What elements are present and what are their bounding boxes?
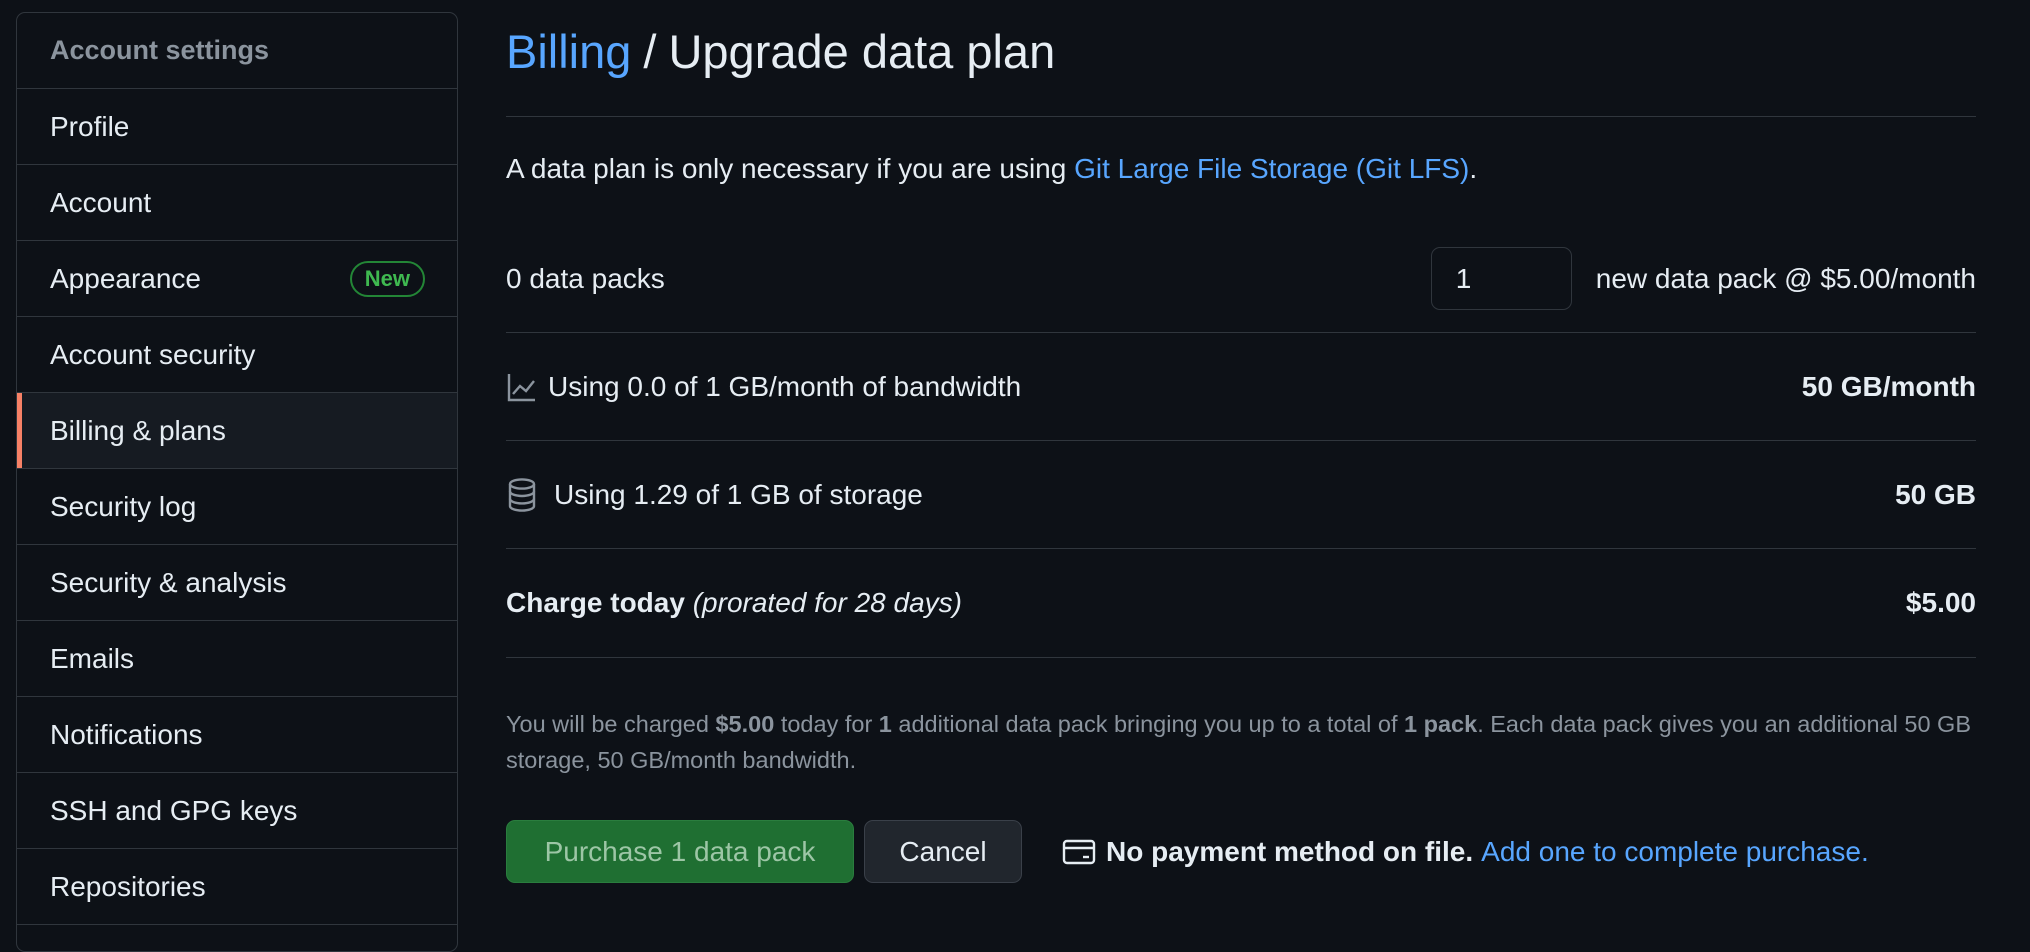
sidebar-header: Account settings <box>17 13 457 89</box>
pack-quantity-input[interactable] <box>1430 247 1572 310</box>
sidebar-item-ssh-gpg-keys[interactable]: SSH and GPG keys <box>17 773 457 849</box>
sidebar-item-security-log[interactable]: Security log <box>17 469 457 545</box>
storage-usage-label: Using 1.29 of 1 GB of storage <box>554 478 923 510</box>
bandwidth-row: Using 0.0 of 1 GB/month of bandwidth 50 … <box>506 333 1976 441</box>
sidebar-item-label: Billing & plans <box>50 414 226 446</box>
no-payment-text: No payment method on file. <box>1106 835 1474 867</box>
sidebar-item-label: Security & analysis <box>50 566 287 598</box>
sidebar-item-notifications[interactable]: Notifications <box>17 697 457 773</box>
graph-icon <box>507 373 535 401</box>
database-icon <box>508 477 536 512</box>
note-total: 1 pack <box>1404 711 1478 737</box>
note-amount: $5.00 <box>715 711 775 737</box>
note-text-3: additional data pack bringing you up to … <box>891 711 1405 737</box>
main-content: Billing / Upgrade data plan A data plan … <box>506 0 1976 883</box>
charge-label: Charge today <box>506 587 685 618</box>
sidebar-item-profile[interactable]: Profile <box>17 89 457 165</box>
bandwidth-total: 50 GB/month <box>1801 370 1976 402</box>
sidebar-item-label: Notifications <box>50 718 203 750</box>
sidebar-item-account-security[interactable]: Account security <box>17 317 457 393</box>
charge-note: You will be charged $5.00 today for 1 ad… <box>506 706 1976 778</box>
git-lfs-link[interactable]: Git Large File Storage (Git LFS) <box>1074 153 1469 184</box>
sidebar-item-label: Profile <box>50 110 130 142</box>
note-text-1: You will be charged <box>506 711 716 737</box>
sidebar-item-billing[interactable]: Billing & plans <box>17 393 457 469</box>
sidebar-item-label: Repositories <box>50 870 206 902</box>
charge-total: $5.00 <box>1905 587 1976 618</box>
sidebar-item-label: Account <box>50 186 152 218</box>
charge-detail: (prorated for 28 days) <box>692 587 962 618</box>
add-payment-link[interactable]: Add one to complete purchase. <box>1481 836 1869 868</box>
page-title-text: Upgrade data plan <box>668 24 1056 78</box>
intro-text: A data plan is only necessary if you are… <box>506 153 1976 185</box>
sidebar-item-account[interactable]: Account <box>17 165 457 241</box>
current-data-packs: 0 data packs <box>506 262 665 294</box>
sidebar-item-label: Appearance <box>50 262 202 294</box>
sidebar-item-label: Security log <box>50 490 197 522</box>
sidebar-item-label: Account security <box>50 338 256 370</box>
cancel-button[interactable]: Cancel <box>864 820 1022 883</box>
sidebar-item-appearance[interactable]: Appearance New <box>17 241 457 317</box>
charge-label-group: Charge today (prorated for 28 days) <box>506 587 962 619</box>
storage-usage: Using 1.29 of 1 GB of storage <box>506 477 923 513</box>
intro-text-suffix: . <box>1469 153 1478 184</box>
charge-row: Charge today (prorated for 28 days) $5.0… <box>506 549 1976 658</box>
intro-text-body: A data plan is only necessary if you are… <box>506 153 1075 184</box>
action-bar: Purchase 1 data pack Cancel No payment m… <box>506 820 1976 883</box>
sidebar-item-security-analysis[interactable]: Security & analysis <box>17 545 457 621</box>
sidebar-item-label: SSH and GPG keys <box>50 794 298 826</box>
breadcrumb-separator: / <box>643 24 657 78</box>
bandwidth-usage-label: Using 0.0 of 1 GB/month of bandwidth <box>548 370 1022 402</box>
new-badge: New <box>349 260 425 297</box>
purchase-button[interactable]: Purchase 1 data pack <box>506 820 854 883</box>
pack-quantity-group: new data pack @ $5.00/month <box>1430 247 1976 310</box>
credit-card-icon <box>1062 839 1096 864</box>
bandwidth-usage: Using 0.0 of 1 GB/month of bandwidth <box>506 371 1021 403</box>
note-count: 1 <box>878 711 892 737</box>
breadcrumb-billing-link[interactable]: Billing <box>506 24 631 79</box>
data-packs-row: 0 data packs new data pack @ $5.00/month <box>506 225 1976 333</box>
note-text-2: today for <box>774 711 879 737</box>
payment-method-note: No payment method on file. Add one to co… <box>1062 836 1869 868</box>
sidebar-item-repositories[interactable]: Repositories <box>17 849 457 925</box>
settings-sidebar: Account settings Profile Account Appeara… <box>16 12 458 952</box>
storage-total: 50 GB <box>1895 478 1976 510</box>
page-title: Billing / Upgrade data plan <box>506 0 1976 117</box>
storage-row: Using 1.29 of 1 GB of storage 50 GB <box>506 441 1976 549</box>
sidebar-item-emails[interactable]: Emails <box>17 621 457 697</box>
pack-price-label: new data pack @ $5.00/month <box>1595 262 1976 294</box>
sidebar-item-label: Emails <box>50 642 135 674</box>
